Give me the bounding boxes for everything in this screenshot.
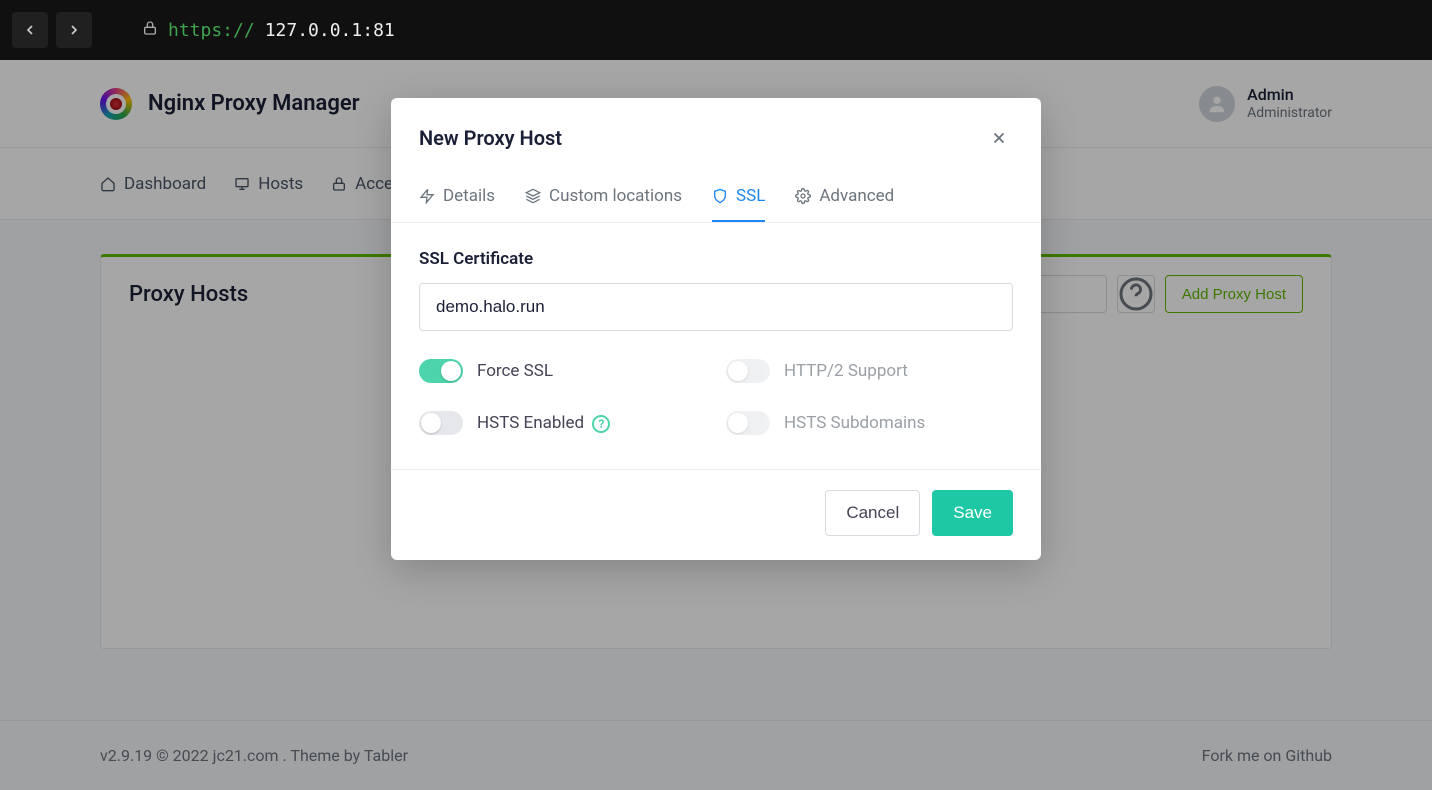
tab-ssl[interactable]: SSL: [712, 176, 765, 222]
modal-close-button[interactable]: [985, 124, 1013, 152]
modal-title: New Proxy Host: [419, 126, 562, 150]
lock-icon: [142, 20, 158, 41]
chevron-right-icon: [66, 22, 82, 38]
zap-icon: [419, 188, 435, 204]
modal-header: New Proxy Host: [391, 98, 1041, 176]
tab-label: Custom locations: [549, 186, 682, 206]
http2-toggle[interactable]: [726, 359, 770, 383]
page-wrapper: Nginx Proxy Manager Admin Administrator …: [0, 60, 1432, 790]
ssl-cert-input[interactable]: [419, 283, 1013, 331]
gear-icon: [795, 188, 811, 204]
hsts-row: HSTS Enabled ?: [419, 411, 706, 435]
close-icon: [990, 129, 1008, 147]
tab-label: SSL: [736, 186, 765, 206]
save-button[interactable]: Save: [932, 490, 1013, 536]
url-rest: 127.0.0.1:81: [265, 20, 395, 41]
ssl-cert-label: SSL Certificate: [419, 249, 1013, 269]
hsts-toggle[interactable]: [419, 411, 463, 435]
layers-icon: [525, 188, 541, 204]
force-ssl-toggle[interactable]: [419, 359, 463, 383]
force-ssl-label: Force SSL: [477, 361, 553, 381]
force-ssl-row: Force SSL: [419, 359, 706, 383]
url-scheme: https://: [168, 20, 255, 41]
address-bar[interactable]: https:// 127.0.0.1:81: [128, 12, 1420, 48]
browser-chrome: https:// 127.0.0.1:81: [0, 0, 1432, 60]
http2-row: HTTP/2 Support: [726, 359, 1013, 383]
tab-advanced[interactable]: Advanced: [795, 176, 894, 222]
hsts-sub-label: HSTS Subdomains: [784, 413, 925, 433]
hsts-sub-row: HSTS Subdomains: [726, 411, 1013, 435]
cancel-button[interactable]: Cancel: [825, 490, 920, 536]
tab-custom-locations[interactable]: Custom locations: [525, 176, 682, 222]
tab-label: Advanced: [819, 186, 894, 206]
hsts-label: HSTS Enabled ?: [477, 413, 610, 433]
nav-back-button[interactable]: [12, 12, 48, 48]
modal-tabs: Details Custom locations SSL Advanced: [391, 176, 1041, 223]
tab-label: Details: [443, 186, 495, 206]
question-icon[interactable]: ?: [592, 415, 610, 433]
shield-icon: [712, 188, 728, 204]
chevron-left-icon: [22, 22, 38, 38]
nav-forward-button[interactable]: [56, 12, 92, 48]
tab-details[interactable]: Details: [419, 176, 495, 222]
modal-body: SSL Certificate Force SSL HTTP/2 Support…: [391, 223, 1041, 469]
ssl-toggles: Force SSL HTTP/2 Support HSTS Enabled ? …: [419, 359, 1013, 435]
modal-footer: Cancel Save: [391, 469, 1041, 560]
hsts-sub-toggle[interactable]: [726, 411, 770, 435]
http2-label: HTTP/2 Support: [784, 361, 908, 381]
new-proxy-host-modal: New Proxy Host Details Custom locations …: [391, 98, 1041, 560]
